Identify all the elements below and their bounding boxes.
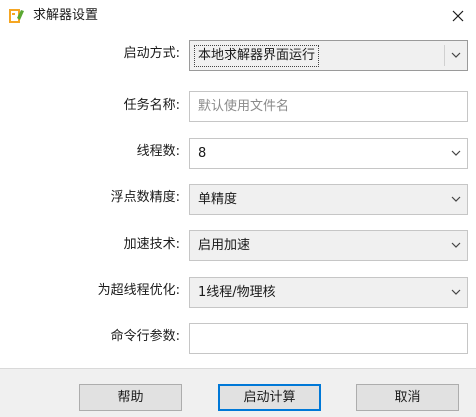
hyperthread-label: 为超线程优化: [97,283,180,298]
precision-select[interactable]: 单精度 [189,184,468,215]
title-bar: 求解器设置 [0,0,476,32]
cmdline-input[interactable] [189,323,468,354]
solver-app-icon [9,9,24,23]
task-name-label: 任务名称: [123,98,180,113]
precision-value: 单精度 [198,192,238,207]
help-button[interactable]: 帮助 [79,384,182,411]
task-name-input[interactable]: 默认使用文件名 [189,91,468,122]
close-icon [452,10,464,22]
startup-mode-value: 本地求解器界面运行 [194,45,320,67]
chevron-down-icon [451,52,461,58]
start-calculation-button[interactable]: 启动计算 [218,384,321,411]
threads-combo[interactable]: 8 [189,138,468,169]
chevron-down-icon [451,289,461,295]
threads-value: 8 [198,146,207,161]
close-button[interactable] [440,0,476,32]
hyperthread-select[interactable]: 1线程/物理核 [189,277,468,308]
precision-label: 浮点数精度: [110,190,180,205]
startup-mode-label: 启动方式: [123,46,180,61]
acceleration-select[interactable]: 启用加速 [189,230,468,261]
chevron-down-icon [451,150,461,156]
acceleration-label: 加速技术: [123,237,180,252]
chevron-down-icon [451,196,461,202]
chevron-down-icon [451,242,461,248]
task-name-placeholder: 默认使用文件名 [198,99,290,114]
cancel-button[interactable]: 取消 [356,384,459,411]
startup-mode-select[interactable]: 本地求解器界面运行 [189,40,468,71]
dropdown-separator [444,45,445,66]
cmdline-label: 命令行参数: [110,329,180,344]
threads-label: 线程数: [136,144,180,159]
hyperthread-value: 1线程/物理核 [198,285,276,300]
acceleration-value: 启用加速 [198,238,251,253]
window-title: 求解器设置 [33,8,99,23]
